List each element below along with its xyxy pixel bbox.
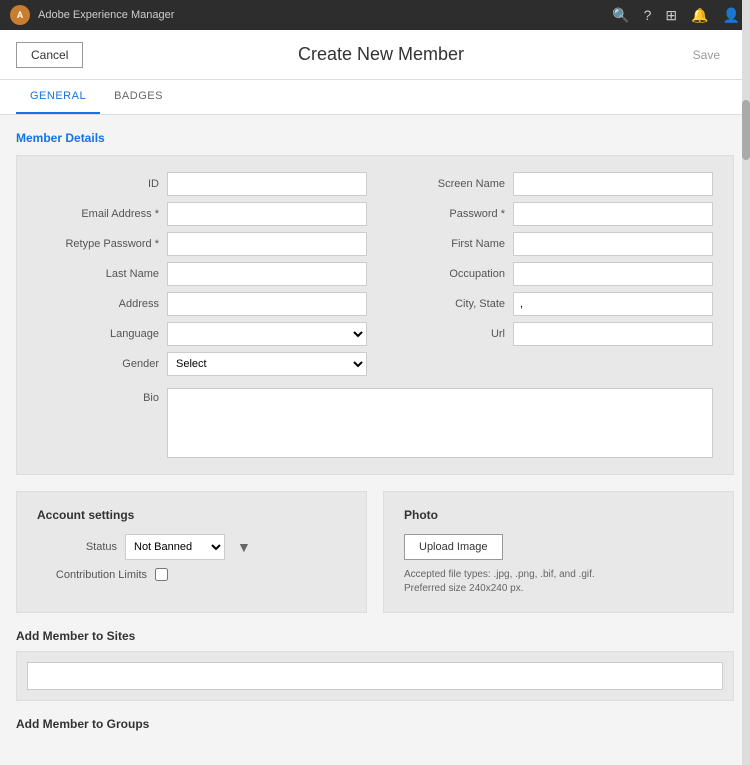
occupation-field-row: Occupation bbox=[383, 262, 713, 286]
contribution-limits-checkbox[interactable] bbox=[155, 568, 168, 581]
screen-name-input[interactable] bbox=[513, 172, 713, 196]
screen-name-label: Screen Name bbox=[383, 178, 513, 190]
gender-label: Gender bbox=[37, 358, 167, 370]
sites-search-input[interactable] bbox=[27, 662, 723, 690]
form-left-col: ID Email Address * Retype Password * Las… bbox=[37, 172, 367, 382]
url-field-row: Url bbox=[383, 322, 713, 346]
add-to-sites-title: Add Member to Sites bbox=[16, 629, 734, 643]
first-name-input[interactable] bbox=[513, 232, 713, 256]
email-input[interactable] bbox=[167, 202, 367, 226]
photo-section: Upload Image Accepted file types: .jpg, … bbox=[404, 534, 713, 596]
id-label: ID bbox=[37, 178, 167, 190]
city-state-field-row: City, State bbox=[383, 292, 713, 316]
aem-logo: A bbox=[10, 5, 30, 25]
first-name-field-row: First Name bbox=[383, 232, 713, 256]
help-icon[interactable]: ? bbox=[644, 7, 652, 23]
top-nav-bar: A Adobe Experience Manager 🔍 ? ⊞ 🔔 👤 bbox=[0, 0, 750, 30]
add-to-groups-title: Add Member to Groups bbox=[16, 717, 734, 731]
grid-icon[interactable]: ⊞ bbox=[665, 7, 677, 24]
scrollbar[interactable] bbox=[742, 0, 750, 765]
header-bar: Cancel Create New Member Save bbox=[0, 30, 750, 80]
account-settings-card: Account settings Status Not Banned Banne… bbox=[16, 491, 367, 613]
logo-icon: A bbox=[17, 10, 24, 20]
scrollbar-thumb bbox=[742, 100, 750, 160]
status-row: Status Not Banned Banned ▼ bbox=[37, 534, 346, 560]
tabs-bar: GENERAL BADGES bbox=[0, 80, 750, 115]
retype-password-field-row: Retype Password * bbox=[37, 232, 367, 256]
member-details-card: ID Email Address * Retype Password * Las… bbox=[16, 155, 734, 475]
gender-field-row: Gender Select bbox=[37, 352, 367, 376]
photo-title: Photo bbox=[404, 508, 713, 522]
upload-image-button[interactable]: Upload Image bbox=[404, 534, 503, 560]
photo-card: Photo Upload Image Accepted file types: … bbox=[383, 491, 734, 613]
cancel-button[interactable]: Cancel bbox=[16, 42, 83, 68]
email-field-row: Email Address * bbox=[37, 202, 367, 226]
password-field-row: Password * bbox=[383, 202, 713, 226]
retype-password-input[interactable] bbox=[167, 232, 367, 256]
status-label: Status bbox=[37, 541, 117, 553]
save-button[interactable]: Save bbox=[679, 43, 734, 67]
gender-select[interactable]: Select bbox=[167, 352, 367, 376]
last-name-input[interactable] bbox=[167, 262, 367, 286]
page-title: Create New Member bbox=[298, 44, 464, 65]
account-photo-row: Account settings Status Not Banned Banne… bbox=[16, 491, 734, 613]
top-bar-left: A Adobe Experience Manager bbox=[10, 5, 174, 25]
sites-input-box bbox=[16, 651, 734, 701]
email-label: Email Address * bbox=[37, 208, 167, 220]
form-right-col: Screen Name Password * First Name Occupa… bbox=[383, 172, 713, 382]
id-input[interactable] bbox=[167, 172, 367, 196]
contribution-limits-row: Contribution Limits bbox=[37, 568, 346, 581]
password-label: Password * bbox=[383, 208, 513, 220]
content-area: Member Details ID Email Address * Retype… bbox=[0, 115, 750, 763]
id-field-row: ID bbox=[37, 172, 367, 196]
retype-password-label: Retype Password * bbox=[37, 238, 167, 250]
last-name-field-row: Last Name bbox=[37, 262, 367, 286]
bio-label: Bio bbox=[37, 388, 167, 404]
address-field-row: Address bbox=[37, 292, 367, 316]
search-icon[interactable]: 🔍 bbox=[612, 7, 629, 24]
tab-badges[interactable]: BADGES bbox=[100, 80, 177, 114]
language-label: Language bbox=[37, 328, 167, 340]
city-state-label: City, State bbox=[383, 298, 513, 310]
status-dropdown-icon: ▼ bbox=[237, 539, 251, 555]
occupation-label: Occupation bbox=[383, 268, 513, 280]
url-input[interactable] bbox=[513, 322, 713, 346]
photo-hint: Accepted file types: .jpg, .png, .bif, a… bbox=[404, 568, 595, 596]
language-select[interactable] bbox=[167, 322, 367, 346]
address-input[interactable] bbox=[167, 292, 367, 316]
user-icon[interactable]: 👤 bbox=[723, 7, 740, 24]
member-details-title: Member Details bbox=[16, 131, 734, 145]
last-name-label: Last Name bbox=[37, 268, 167, 280]
add-to-groups-section: Add Member to Groups bbox=[16, 717, 734, 731]
status-select[interactable]: Not Banned Banned bbox=[125, 534, 225, 560]
city-state-input[interactable] bbox=[513, 292, 713, 316]
screen-name-field-row: Screen Name bbox=[383, 172, 713, 196]
account-settings-title: Account settings bbox=[37, 508, 346, 522]
app-name: Adobe Experience Manager bbox=[38, 9, 174, 21]
password-input[interactable] bbox=[513, 202, 713, 226]
address-label: Address bbox=[37, 298, 167, 310]
occupation-input[interactable] bbox=[513, 262, 713, 286]
url-label: Url bbox=[383, 328, 513, 340]
language-field-row: Language bbox=[37, 322, 367, 346]
first-name-label: First Name bbox=[383, 238, 513, 250]
bio-field-row: Bio bbox=[37, 388, 713, 458]
bell-icon[interactable]: 🔔 bbox=[691, 7, 708, 24]
bio-input[interactable] bbox=[167, 388, 713, 458]
tab-general[interactable]: GENERAL bbox=[16, 80, 100, 114]
top-bar-icons: 🔍 ? ⊞ 🔔 👤 bbox=[612, 7, 740, 24]
contribution-limits-label: Contribution Limits bbox=[37, 569, 147, 581]
add-to-sites-section: Add Member to Sites bbox=[16, 629, 734, 701]
